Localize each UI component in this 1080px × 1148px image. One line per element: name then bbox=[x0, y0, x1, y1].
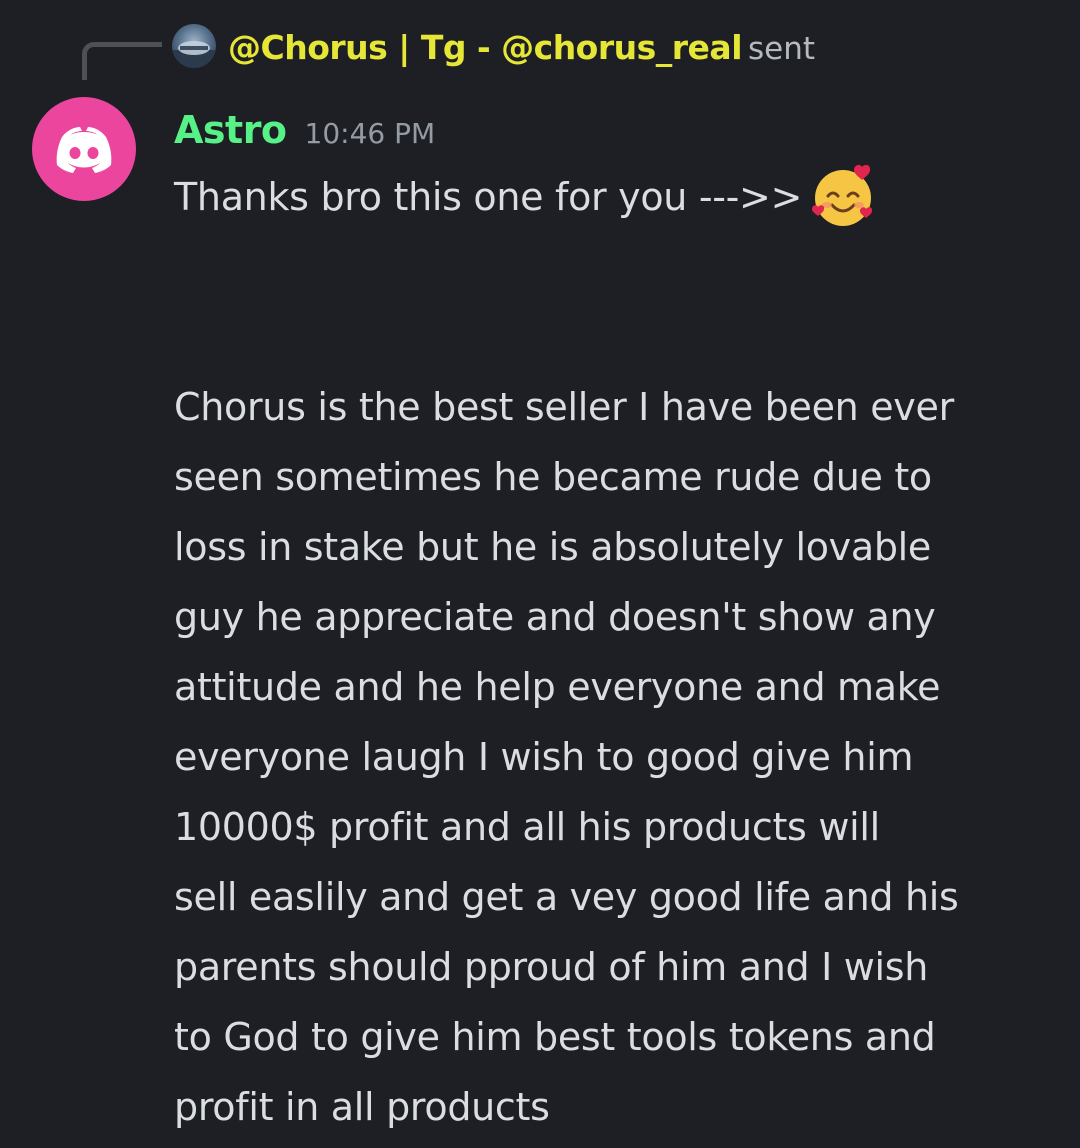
author-username[interactable]: Astro bbox=[174, 108, 287, 152]
author-avatar[interactable] bbox=[32, 97, 136, 201]
chat-message: @Chorus | Tg - @chorus_real sent Astro 10:… bbox=[0, 0, 1080, 1148]
reply-connector bbox=[82, 42, 162, 80]
message-timestamp: 10:46 PM bbox=[304, 117, 436, 150]
message-body: Chorus is the best seller I have been ev… bbox=[174, 385, 959, 1129]
reply-author-name[interactable]: @Chorus | Tg - @chorus_real bbox=[228, 28, 743, 67]
message-first-line-text: Thanks bro this one for you --->> bbox=[174, 175, 803, 219]
reply-author-avatar[interactable] bbox=[172, 24, 216, 68]
discord-logo-icon bbox=[56, 127, 112, 173]
smiling-face-with-hearts-icon bbox=[812, 164, 873, 226]
reply-header: @Chorus | Tg - @chorus_real sent bbox=[228, 20, 815, 76]
message-first-line: Thanks bro this one for you --->> bbox=[174, 164, 876, 226]
message-header: Astro 10:46 PM bbox=[174, 102, 435, 158]
reply-action-label: sent bbox=[748, 31, 816, 67]
